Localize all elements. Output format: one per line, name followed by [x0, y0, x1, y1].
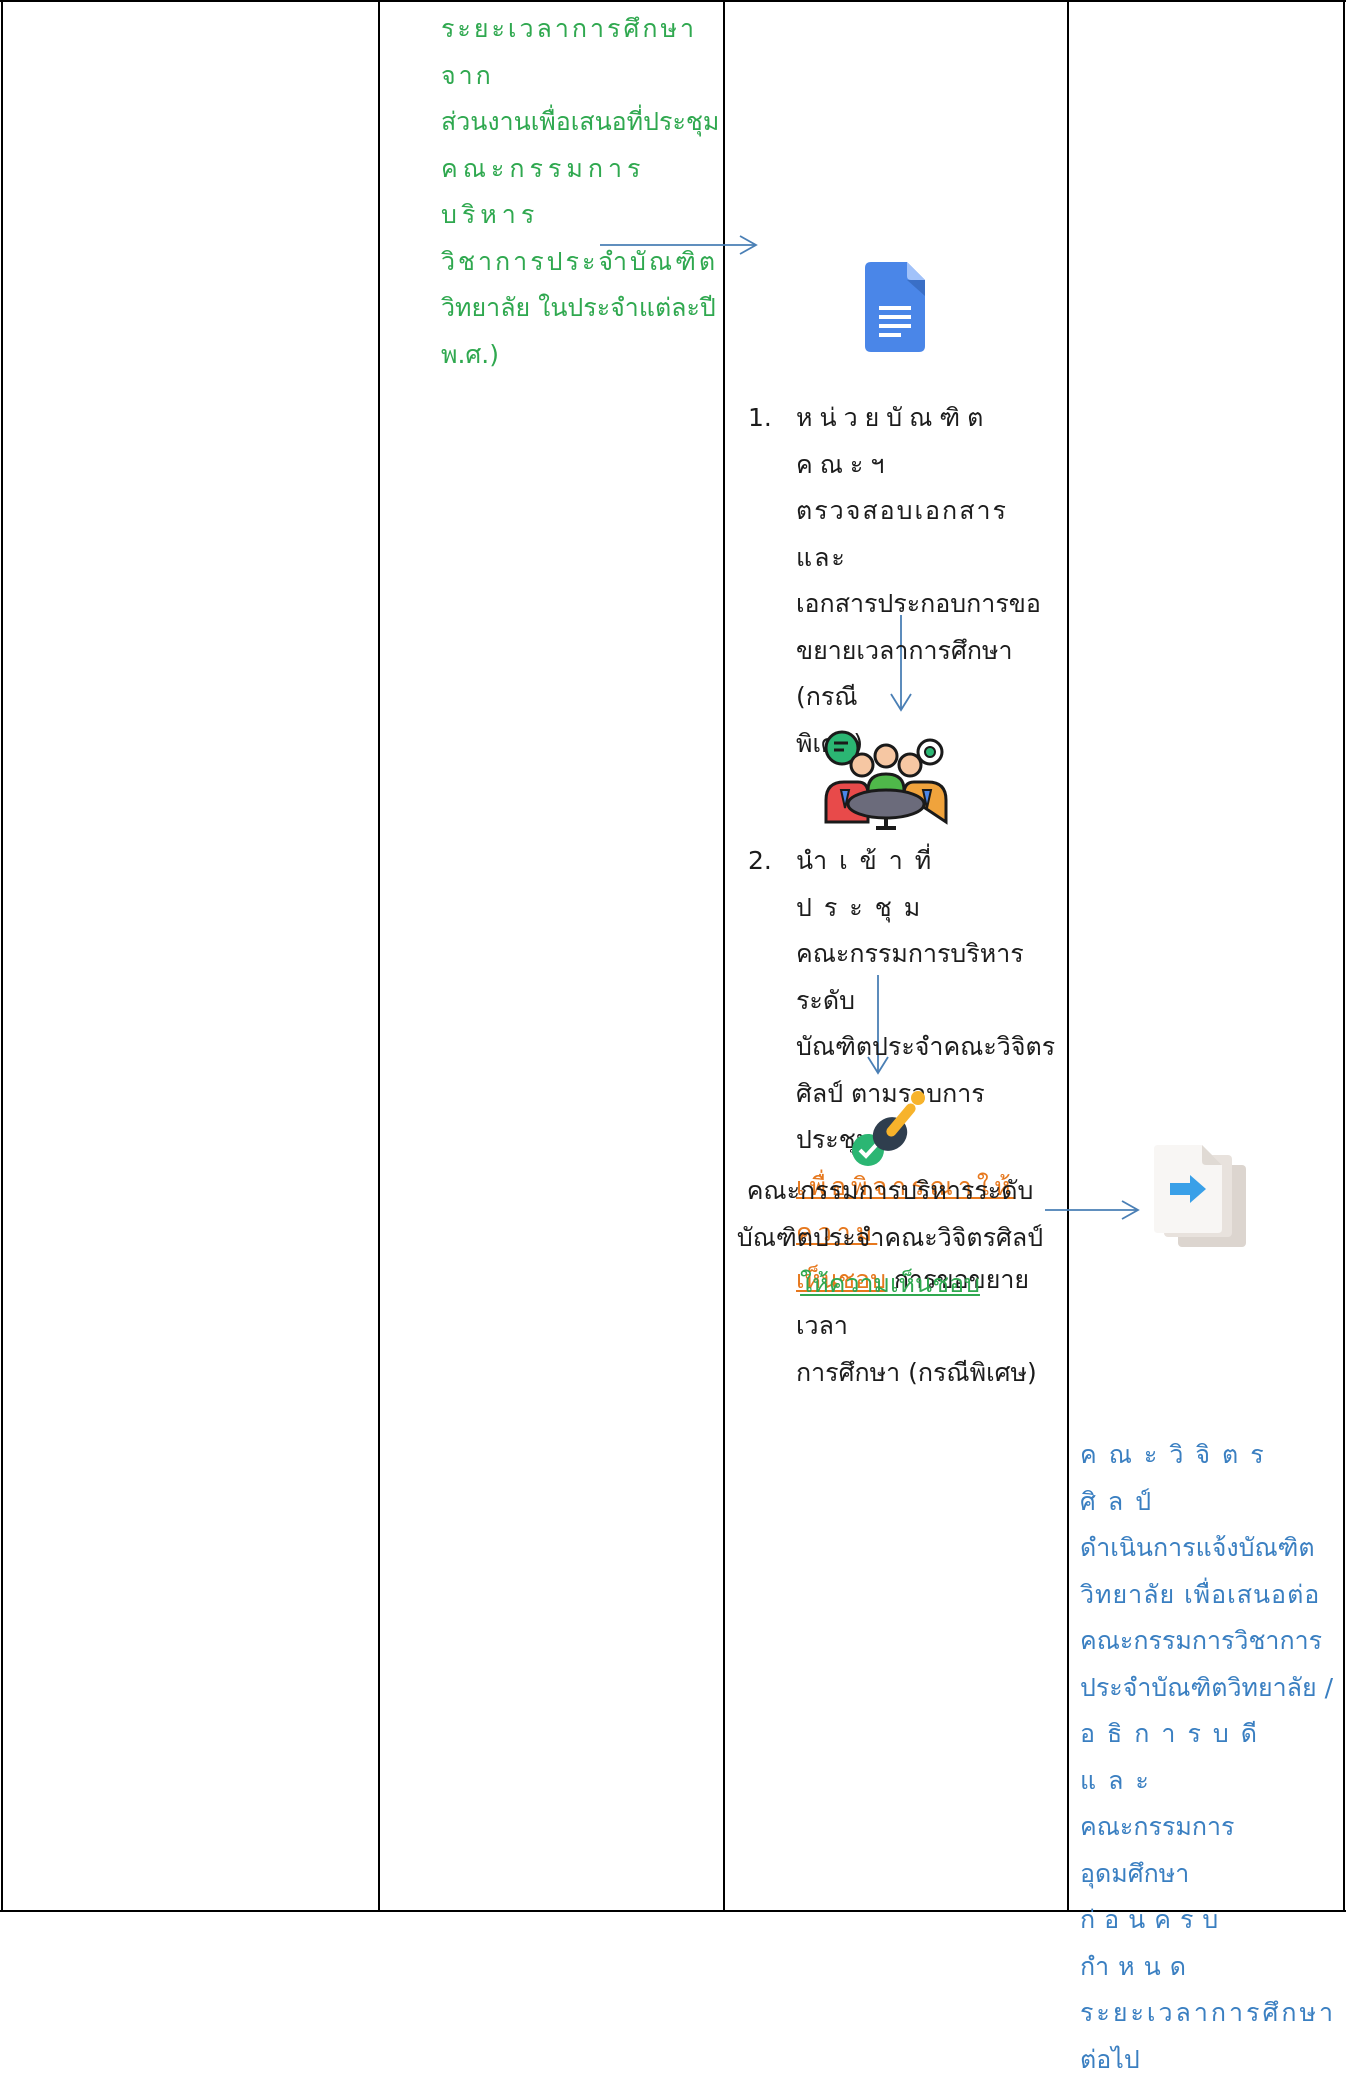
right-line: คณะวิจิตรศิลป์	[1080, 1432, 1342, 1525]
approval-line1: คณะกรรมการบริหารระดับ	[730, 1168, 1050, 1215]
right-line: คณะกรรมการอุดมศึกษา	[1080, 1804, 1342, 1897]
approval-block: คณะกรรมการบริหารระดับ บัณฑิตประจำคณะวิจิ…	[730, 1168, 1050, 1308]
step2-line: นำเข้าที่ประชุม	[796, 838, 1058, 931]
right-line: ดำเนินการแจ้งบัณฑิต	[1080, 1525, 1342, 1572]
google-docs-icon	[865, 262, 925, 352]
right-panel-text: คณะวิจิตรศิลป์ ดำเนินการแจ้งบัณฑิต วิทยา…	[1080, 1432, 1342, 2083]
approval-stamp-icon	[850, 1090, 930, 1170]
meeting-table-icon	[818, 730, 953, 830]
right-line: วิทยาลัย เพื่อเสนอต่อ	[1080, 1572, 1342, 1619]
step2-line: การศึกษา (กรณีพิเศษ)	[796, 1350, 1058, 1397]
step1-line: หน่วยบัณฑิต คณะฯ	[796, 395, 1058, 488]
step2-line: บัณฑิตประจำคณะวิจิตร	[796, 1024, 1058, 1071]
step2-number: 2.	[748, 838, 772, 885]
step1-block: 1. หน่วยบัณฑิต คณะฯ ตรวจสอบเอกสาร และ เอ…	[748, 395, 1058, 767]
forward-document-icon	[1150, 1145, 1250, 1255]
step1-line: ขยายเวลาการศึกษา (กรณี	[796, 628, 1058, 721]
step1-line: ตรวจสอบเอกสาร และ	[796, 488, 1058, 581]
step1-line: เอกสารประกอบการขอ	[796, 581, 1058, 628]
right-line: ก่อนครบกำหนด	[1080, 1897, 1342, 1990]
right-line: ระยะเวลาการศึกษา	[1080, 1990, 1342, 2037]
step1-number: 1.	[748, 395, 772, 442]
flowchart-table: ระยะเวลาการศึกษาจาก ส่วนงานเพื่อเสนอที่ป…	[0, 0, 1346, 1912]
right-line: ต่อไป	[1080, 2037, 1342, 2083]
right-line: อธิการบดี และ	[1080, 1711, 1342, 1804]
right-line: คณะกรรมการวิชาการ	[1080, 1618, 1342, 1665]
approval-link[interactable]: ให้ความเห็นชอบ	[800, 1269, 980, 1298]
approval-line2: บัณฑิตประจำคณะวิจิตรศิลป์	[730, 1215, 1050, 1262]
step2-line: คณะกรรมการบริหารระดับ	[796, 931, 1058, 1024]
right-line: ประจำบัณฑิตวิทยาลัย /	[1080, 1665, 1342, 1712]
